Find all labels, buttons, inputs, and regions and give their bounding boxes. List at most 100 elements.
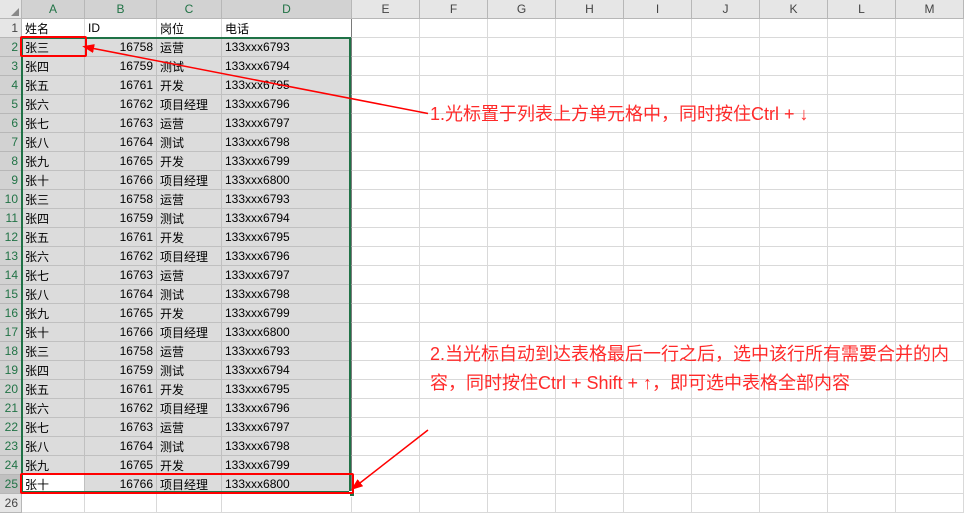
cell[interactable] — [157, 494, 222, 513]
cell[interactable] — [692, 76, 760, 95]
cell[interactable] — [760, 133, 828, 152]
cell[interactable]: 16759 — [85, 209, 157, 228]
cell[interactable] — [896, 247, 964, 266]
cell[interactable] — [692, 38, 760, 57]
cell[interactable]: 16762 — [85, 399, 157, 418]
cell[interactable]: 16766 — [85, 475, 157, 494]
cell[interactable]: 133xxx6799 — [222, 304, 352, 323]
row-header[interactable]: 3 — [0, 57, 22, 76]
cell[interactable] — [352, 285, 420, 304]
cell[interactable] — [556, 38, 624, 57]
cell[interactable] — [222, 494, 352, 513]
row-header[interactable]: 9 — [0, 171, 22, 190]
cell[interactable]: 测试 — [157, 361, 222, 380]
cell[interactable] — [828, 57, 896, 76]
cell[interactable] — [828, 418, 896, 437]
cell[interactable]: 16761 — [85, 380, 157, 399]
cell[interactable] — [352, 494, 420, 513]
cell[interactable] — [488, 266, 556, 285]
cell[interactable] — [624, 418, 692, 437]
cell[interactable] — [624, 133, 692, 152]
cell[interactable] — [692, 285, 760, 304]
column-header-G[interactable]: G — [488, 0, 556, 19]
cell[interactable] — [896, 228, 964, 247]
cell[interactable]: 133xxx6794 — [222, 57, 352, 76]
cell[interactable] — [624, 456, 692, 475]
column-header-B[interactable]: B — [85, 0, 157, 19]
column-header-J[interactable]: J — [692, 0, 760, 19]
cell[interactable] — [420, 418, 488, 437]
row-header[interactable]: 4 — [0, 76, 22, 95]
cell[interactable]: 运营 — [157, 342, 222, 361]
row-header[interactable]: 17 — [0, 323, 22, 342]
cell[interactable] — [896, 95, 964, 114]
cell[interactable]: 16762 — [85, 247, 157, 266]
cell[interactable]: 运营 — [157, 114, 222, 133]
cell[interactable] — [488, 38, 556, 57]
cell[interactable] — [760, 190, 828, 209]
cell[interactable]: 张六 — [22, 247, 85, 266]
cell[interactable] — [896, 57, 964, 76]
cell[interactable] — [352, 342, 420, 361]
cell[interactable]: 133xxx6794 — [222, 209, 352, 228]
cell[interactable] — [692, 437, 760, 456]
cell[interactable]: 16764 — [85, 133, 157, 152]
cell[interactable]: 16761 — [85, 76, 157, 95]
cell[interactable]: 16761 — [85, 228, 157, 247]
cell[interactable]: 16765 — [85, 456, 157, 475]
cell[interactable] — [352, 38, 420, 57]
cell[interactable] — [624, 266, 692, 285]
cell[interactable] — [352, 19, 420, 38]
cell[interactable]: 16763 — [85, 418, 157, 437]
cell[interactable] — [420, 152, 488, 171]
cell[interactable] — [352, 171, 420, 190]
cell[interactable] — [556, 209, 624, 228]
cell[interactable] — [692, 190, 760, 209]
cell[interactable] — [828, 133, 896, 152]
cell[interactable] — [896, 456, 964, 475]
cell[interactable]: 运营 — [157, 38, 222, 57]
cell[interactable] — [624, 38, 692, 57]
cell[interactable] — [352, 266, 420, 285]
cell[interactable] — [760, 399, 828, 418]
cell[interactable]: 16759 — [85, 361, 157, 380]
cell[interactable]: 16758 — [85, 342, 157, 361]
cell[interactable] — [22, 494, 85, 513]
cell[interactable] — [828, 437, 896, 456]
column-header-E[interactable]: E — [352, 0, 420, 19]
cell[interactable]: 133xxx6793 — [222, 38, 352, 57]
cell[interactable] — [828, 399, 896, 418]
cell[interactable] — [896, 285, 964, 304]
cell[interactable] — [488, 76, 556, 95]
cell[interactable] — [760, 475, 828, 494]
cell[interactable] — [624, 285, 692, 304]
cell[interactable] — [420, 285, 488, 304]
cell[interactable] — [828, 152, 896, 171]
row-header[interactable]: 26 — [0, 494, 22, 513]
cell[interactable] — [692, 266, 760, 285]
cell[interactable] — [896, 19, 964, 38]
row-header[interactable]: 23 — [0, 437, 22, 456]
cell[interactable] — [760, 418, 828, 437]
cell[interactable] — [896, 437, 964, 456]
cell[interactable] — [488, 57, 556, 76]
cell[interactable]: 项目经理 — [157, 171, 222, 190]
cell[interactable] — [556, 418, 624, 437]
cell[interactable]: 开发 — [157, 152, 222, 171]
cell[interactable]: 133xxx6797 — [222, 418, 352, 437]
cell[interactable] — [352, 57, 420, 76]
cell[interactable]: 133xxx6793 — [222, 190, 352, 209]
cell[interactable] — [760, 285, 828, 304]
cell[interactable] — [896, 190, 964, 209]
cell[interactable]: 项目经理 — [157, 475, 222, 494]
cell[interactable]: 张八 — [22, 133, 85, 152]
cell[interactable] — [828, 171, 896, 190]
cell[interactable] — [556, 190, 624, 209]
cell[interactable] — [828, 38, 896, 57]
cell[interactable] — [896, 171, 964, 190]
cell[interactable] — [556, 133, 624, 152]
cell[interactable] — [828, 190, 896, 209]
cell[interactable] — [420, 399, 488, 418]
cell[interactable] — [488, 209, 556, 228]
cell[interactable] — [828, 228, 896, 247]
